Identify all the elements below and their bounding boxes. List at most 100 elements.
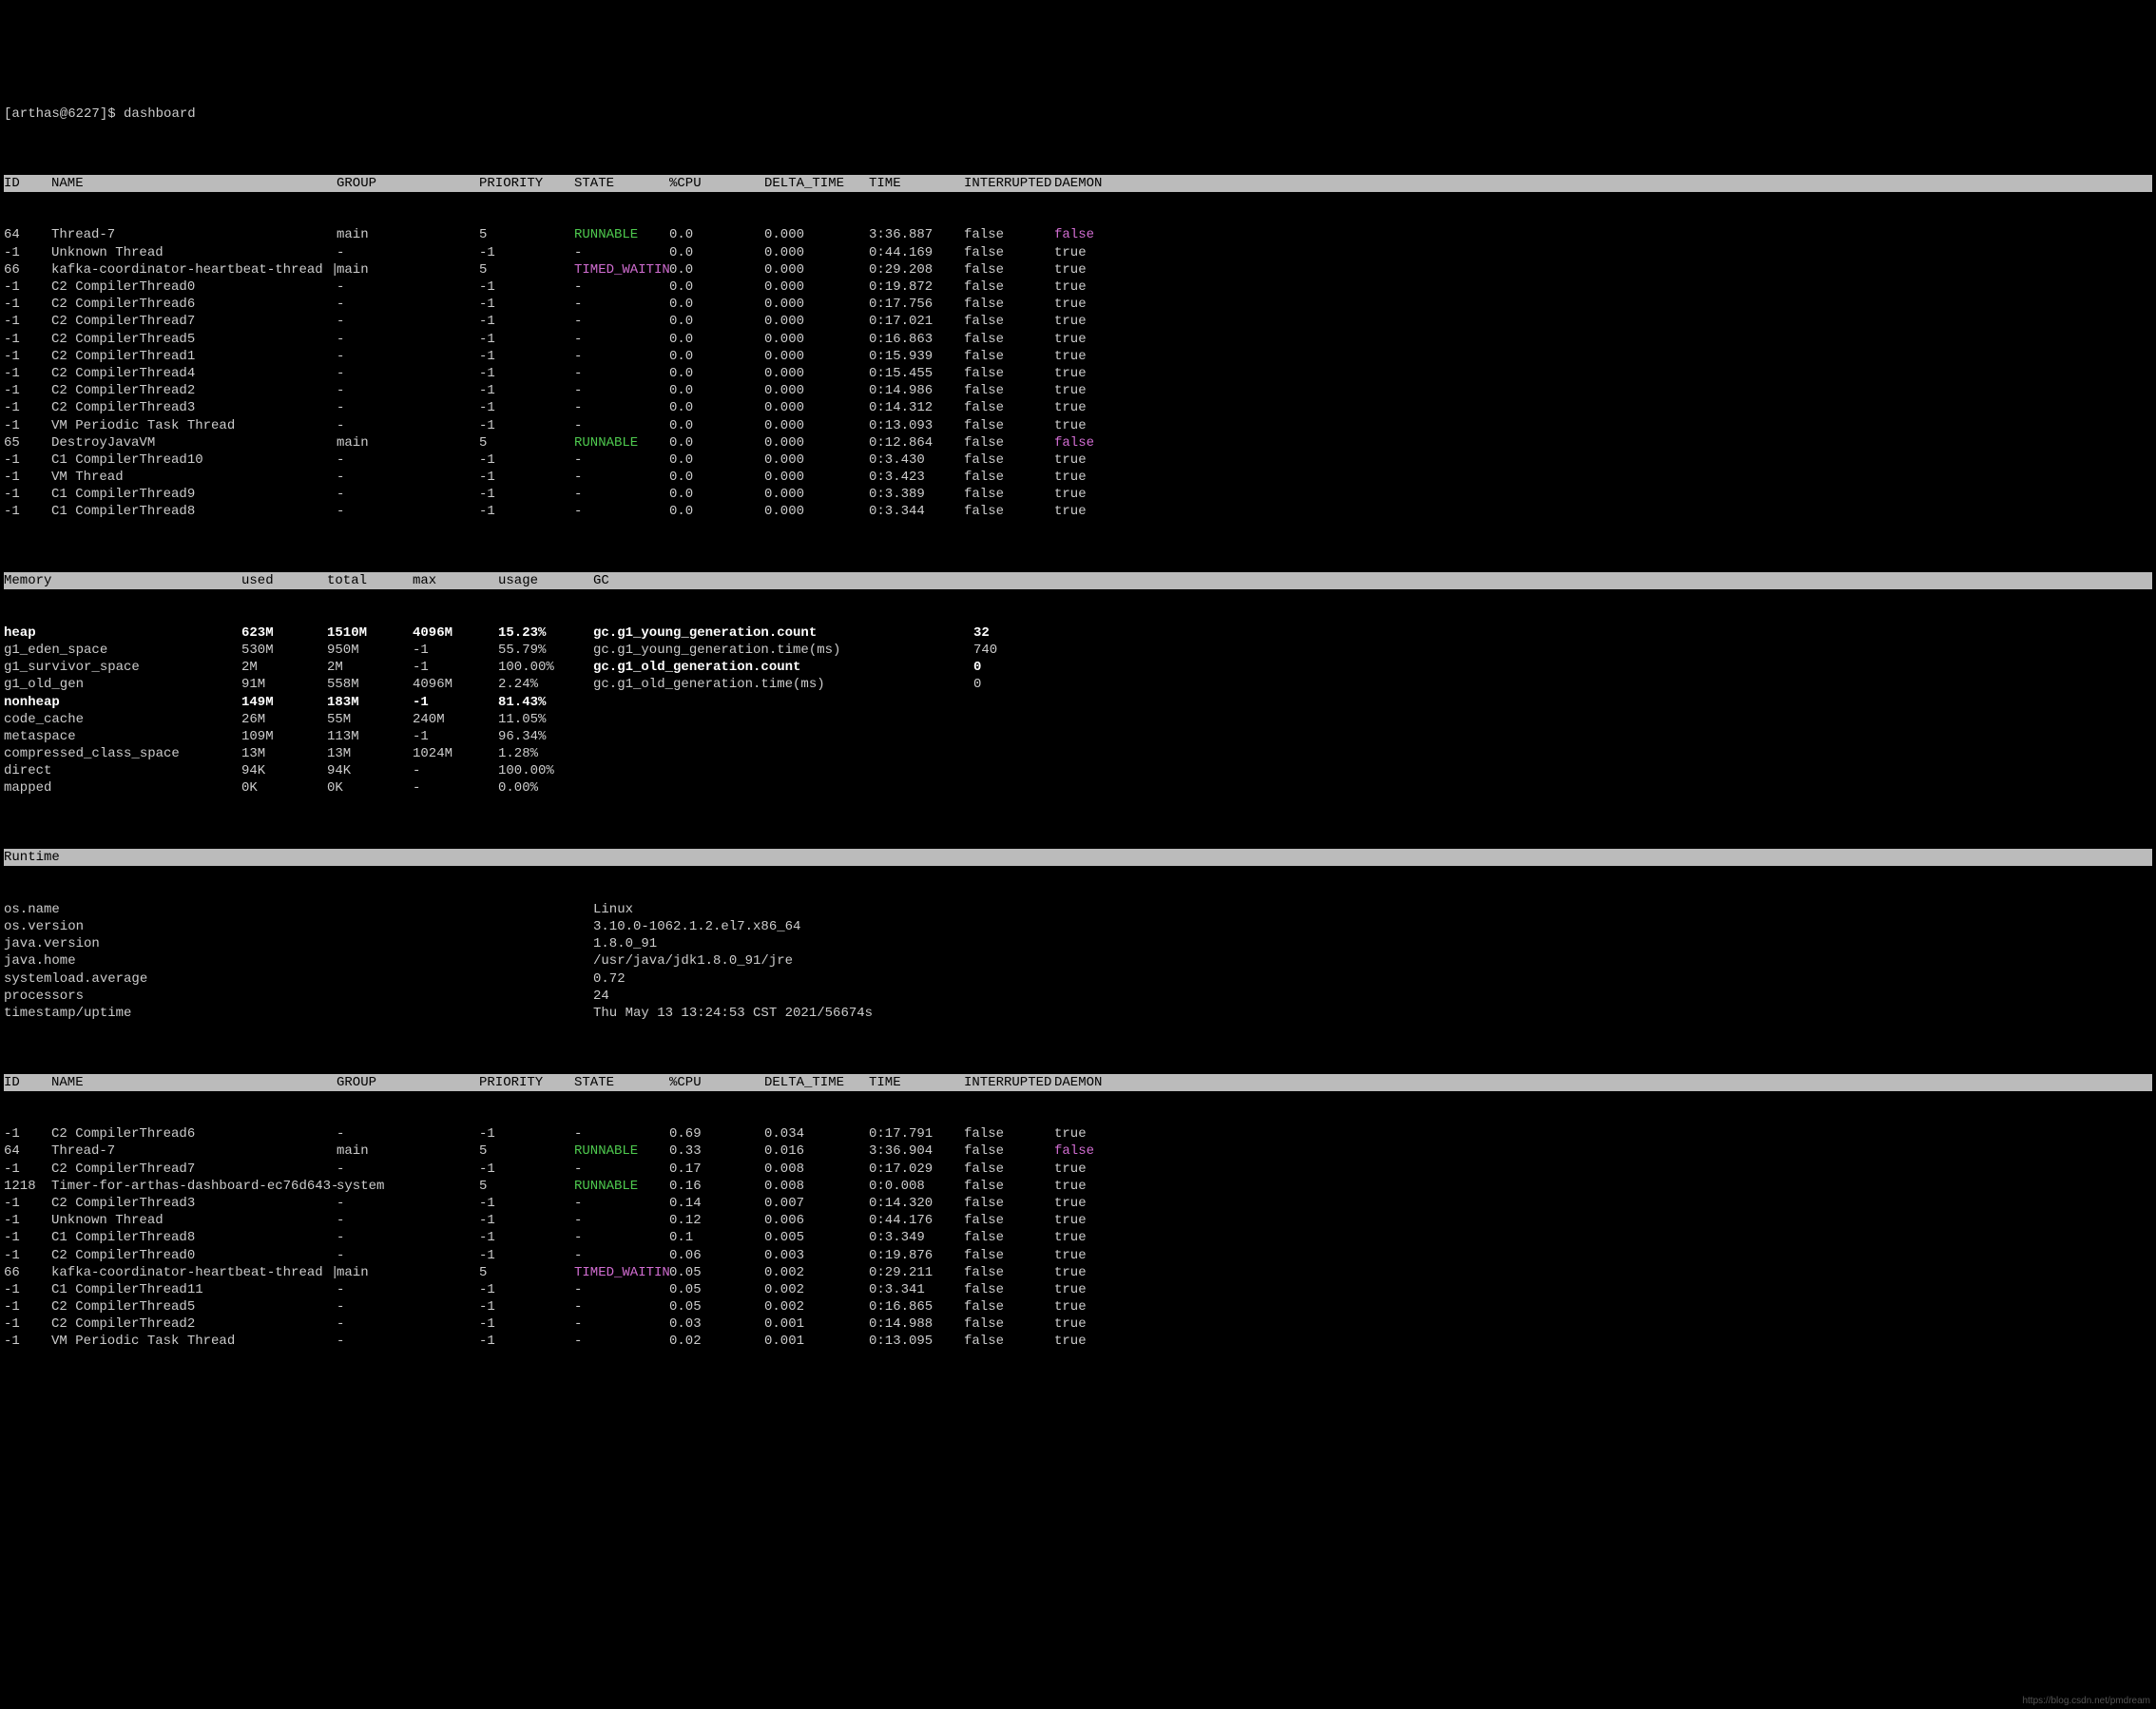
cell: - (337, 469, 479, 486)
memory-row: heap623M1510M4096M15.23%gc.g1_young_gene… (4, 624, 2152, 642)
cell: C2 CompilerThread6 (51, 1125, 337, 1143)
cell: 0:13.095 (869, 1333, 964, 1350)
cell: false (964, 469, 1054, 486)
cell: -1 (479, 331, 574, 348)
prompt-command: dashboard (124, 106, 196, 122)
cell (973, 694, 1049, 711)
cell: 0.0 (669, 296, 764, 313)
cell: 5 (479, 434, 574, 451)
cell: false (964, 1229, 1054, 1246)
cell: 0.0 (669, 365, 764, 382)
cell: -1 (413, 642, 498, 659)
cell: false (964, 1281, 1054, 1298)
cell: - (337, 1125, 479, 1143)
cell: C2 CompilerThread2 (51, 1315, 337, 1333)
prompt-user: [arthas@6227]$ (4, 106, 124, 122)
cell (973, 762, 1049, 779)
col-used: used (241, 572, 327, 589)
cell: 0.000 (764, 382, 869, 399)
cell: -1 (4, 1298, 51, 1315)
cell: -1 (4, 348, 51, 365)
cell: - (337, 1161, 479, 1178)
runtime-row: os.version3.10.0-1062.1.2.el7.x86_64 (4, 918, 2152, 935)
cell (593, 728, 973, 745)
cell: - (574, 296, 669, 313)
cell: C2 CompilerThread5 (51, 331, 337, 348)
cell: - (574, 503, 669, 520)
cell: 0.002 (764, 1281, 869, 1298)
col-max: max (413, 572, 498, 589)
thread-row: -1C2 CompilerThread5--1-0.050.0020:16.86… (4, 1298, 2152, 1315)
cell: 0:17.021 (869, 313, 964, 330)
cell: 0.000 (764, 226, 869, 243)
cell: 0.000 (764, 469, 869, 486)
memory-row: metaspace109M113M-196.34% (4, 728, 2152, 745)
runtime-row: processors24 (4, 988, 2152, 1005)
cell: 3:36.904 (869, 1143, 964, 1160)
thread-table-2: -1C2 CompilerThread6--1-0.690.0340:17.79… (4, 1125, 2152, 1350)
cell: - (337, 331, 479, 348)
cell: false (964, 296, 1054, 313)
cell: main (337, 1264, 479, 1281)
cell: 81.43% (498, 694, 593, 711)
cell: g1_survivor_space (4, 659, 241, 676)
cell: 0.000 (764, 331, 869, 348)
cell: true (1054, 469, 1121, 486)
cell: 0K (241, 779, 327, 797)
thread-header-2: IDNAMEGROUPPRIORITYSTATE%CPUDELTA_TIMETI… (4, 1074, 2152, 1091)
cell: gc.g1_old_generation.count (593, 659, 973, 676)
cell: - (574, 399, 669, 416)
cell: - (574, 1229, 669, 1246)
cell: 0.000 (764, 296, 869, 313)
col-time: TIME (869, 1074, 964, 1091)
cell: -1 (479, 1195, 574, 1212)
cell: 0.0 (669, 434, 764, 451)
thread-row: -1Unknown Thread--1-0.120.0060:44.176fal… (4, 1212, 2152, 1229)
col-delta: DELTA_TIME (764, 1074, 869, 1091)
col-interrupted: INTERRUPTED (964, 175, 1054, 192)
thread-row: 66kafka-coordinator-heartbeat-thread | d… (4, 261, 2152, 278)
cell: true (1054, 244, 1121, 261)
cell: -1 (4, 1315, 51, 1333)
cell: false (964, 417, 1054, 434)
cell: false (964, 434, 1054, 451)
cell (593, 711, 973, 728)
cell: main (337, 261, 479, 278)
cell: true (1054, 399, 1121, 416)
cell: 0.05 (669, 1281, 764, 1298)
cell: - (337, 486, 479, 503)
runtime-row: java.version1.8.0_91 (4, 935, 2152, 952)
cell: true (1054, 451, 1121, 469)
cell: 66 (4, 1264, 51, 1281)
terminal-output[interactable]: [arthas@6227]$ dashboard IDNAMEGROUPPRIO… (0, 69, 2156, 1370)
runtime-val: Thu May 13 13:24:53 CST 2021/56674s (593, 1005, 2152, 1022)
cell: 0.05 (669, 1264, 764, 1281)
cell: -1 (479, 278, 574, 296)
cell: 0.000 (764, 365, 869, 382)
memory-row: g1_old_gen91M558M4096M2.24%gc.g1_old_gen… (4, 676, 2152, 693)
cell: false (964, 348, 1054, 365)
col-priority: PRIORITY (479, 1074, 574, 1091)
runtime-table: os.nameLinuxos.version3.10.0-1062.1.2.el… (4, 901, 2152, 1022)
cell: 0.000 (764, 451, 869, 469)
cell: 0.0 (669, 278, 764, 296)
cell: system (337, 1178, 479, 1195)
thread-row: -1Unknown Thread--1-0.00.0000:44.169fals… (4, 244, 2152, 261)
cell: C2 CompilerThread7 (51, 313, 337, 330)
cell: 65 (4, 434, 51, 451)
cell: 0:14.320 (869, 1195, 964, 1212)
cell: 0.0 (669, 399, 764, 416)
cell: false (964, 1143, 1054, 1160)
cell: 0.002 (764, 1298, 869, 1315)
cell: - (574, 1125, 669, 1143)
thread-row: -1C2 CompilerThread6--1-0.690.0340:17.79… (4, 1125, 2152, 1143)
cell: C1 CompilerThread9 (51, 486, 337, 503)
cell: 0.03 (669, 1315, 764, 1333)
cell: 100.00% (498, 762, 593, 779)
cell: -1 (4, 1229, 51, 1246)
cell: 0:3.341 (869, 1281, 964, 1298)
col-memory: Memory (4, 572, 241, 589)
cell: C2 CompilerThread2 (51, 382, 337, 399)
cell: false (1054, 226, 1121, 243)
cell: 55.79% (498, 642, 593, 659)
